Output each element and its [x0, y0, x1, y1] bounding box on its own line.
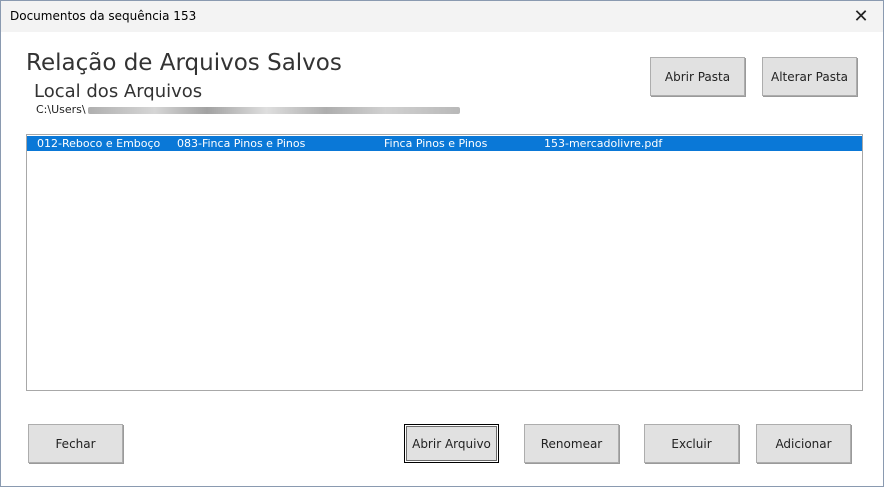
- open-file-button[interactable]: Abrir Arquivo: [404, 424, 499, 463]
- folder-path-prefix: C:\Users\: [36, 103, 86, 116]
- list-item-item: 083-Finca Pinos e Pinos: [177, 137, 306, 150]
- dialog-window: Documentos da sequência 153 ✕ Relação de…: [0, 0, 884, 487]
- close-button[interactable]: Fechar: [28, 424, 123, 463]
- window-title: Documentos da sequência 153: [10, 9, 197, 23]
- title-bar: Documentos da sequência 153 ✕: [1, 1, 883, 32]
- list-item[interactable]: 012-Reboco e Emboço 083-Finca Pinos e Pi…: [27, 136, 862, 151]
- list-item-service: 012-Reboco e Emboço: [37, 137, 161, 150]
- page-title: Relação de Arquivos Salvos: [26, 50, 342, 76]
- list-item-file: 153-mercadolivre.pdf: [544, 137, 663, 150]
- close-icon[interactable]: ✕: [839, 1, 883, 32]
- add-button[interactable]: Adicionar: [756, 424, 851, 463]
- rename-button[interactable]: Renomear: [524, 424, 619, 463]
- file-list[interactable]: 012-Reboco e Emboço 083-Finca Pinos e Pi…: [26, 134, 863, 391]
- change-folder-button[interactable]: Alterar Pasta: [762, 57, 857, 96]
- files-location-label: Local dos Arquivos: [34, 81, 203, 102]
- redacted-path-segment: [87, 106, 460, 114]
- folder-path: C:\Users\: [36, 103, 506, 116]
- open-folder-button[interactable]: Abrir Pasta: [650, 57, 745, 96]
- delete-button[interactable]: Excluir: [644, 424, 739, 463]
- list-item-description: Finca Pinos e Pinos: [384, 137, 488, 150]
